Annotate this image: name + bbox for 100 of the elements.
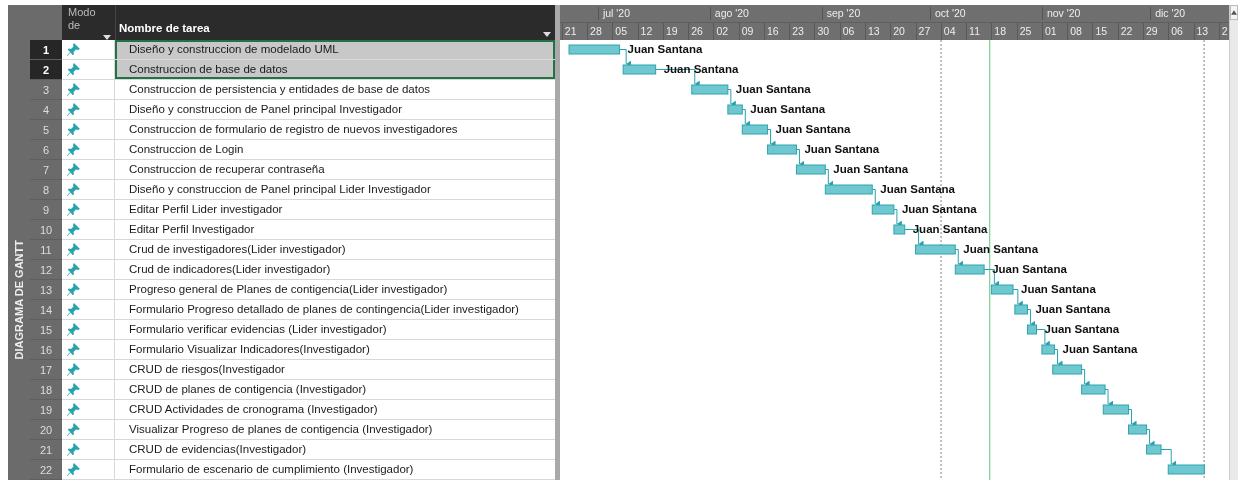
resource-label: Juan Santana bbox=[912, 223, 988, 235]
task-bar[interactable] bbox=[691, 84, 729, 95]
week-label: 27 bbox=[915, 23, 931, 40]
task-bar[interactable] bbox=[915, 244, 956, 255]
row-number[interactable]: 4 bbox=[30, 100, 62, 120]
week-label: 09 bbox=[738, 23, 754, 40]
row-number[interactable]: 10 bbox=[30, 220, 62, 240]
task-bar[interactable] bbox=[741, 124, 769, 135]
week-label: 13 bbox=[1193, 23, 1209, 40]
week-label: 05 bbox=[612, 23, 627, 40]
task-name-cell[interactable]: Diseño y construccion de modelado UML bbox=[115, 40, 555, 60]
row-number[interactable]: 14 bbox=[30, 300, 62, 320]
week-label: 13 bbox=[865, 23, 880, 40]
pin-icon bbox=[67, 443, 80, 456]
row-number[interactable]: 20 bbox=[30, 420, 62, 440]
task-bar[interactable] bbox=[1146, 444, 1162, 455]
month-label: sep '20 bbox=[821, 7, 861, 20]
row-number[interactable]: 16 bbox=[30, 340, 62, 360]
week-label: 20 bbox=[890, 23, 905, 40]
week-label: 22 bbox=[1117, 23, 1133, 40]
pin-icon bbox=[67, 283, 80, 296]
month-label: jul '20 bbox=[597, 7, 630, 20]
task-bar[interactable] bbox=[893, 224, 906, 235]
column-header[interactable]: Modo de bbox=[62, 5, 115, 40]
resource-label: Juan Santana bbox=[735, 83, 811, 95]
week-label: 06 bbox=[839, 23, 855, 40]
resource-label: Juan Santana bbox=[1035, 303, 1111, 315]
pin-icon bbox=[67, 343, 80, 356]
row-number[interactable]: 6 bbox=[30, 140, 62, 160]
task-name-cell[interactable]: Construccion de base de datos bbox=[115, 60, 555, 80]
row-number[interactable]: 12 bbox=[30, 260, 62, 280]
week-label: 02 bbox=[713, 23, 729, 40]
row-number[interactable]: 21 bbox=[30, 440, 62, 460]
pin-icon bbox=[67, 183, 80, 196]
week-label: 01 bbox=[1041, 23, 1057, 40]
row-number[interactable]: 7 bbox=[30, 160, 62, 180]
pin-icon bbox=[67, 203, 80, 216]
week-label: 30 bbox=[814, 23, 830, 40]
task-bar[interactable] bbox=[1052, 364, 1083, 375]
arrow-up-icon bbox=[1231, 10, 1237, 15]
row-number[interactable]: 9 bbox=[30, 200, 62, 220]
pin-icon bbox=[67, 363, 80, 376]
dropdown-icon[interactable] bbox=[543, 32, 551, 37]
row-number[interactable]: 17 bbox=[30, 360, 62, 380]
week-label: 16 bbox=[763, 23, 779, 40]
task-bar[interactable] bbox=[795, 164, 826, 175]
pin-icon bbox=[67, 263, 80, 276]
pin-icon bbox=[67, 63, 80, 76]
resource-label: Juan Santana bbox=[804, 143, 880, 155]
pin-icon bbox=[67, 383, 80, 396]
row-number[interactable]: 8 bbox=[30, 180, 62, 200]
task-bar[interactable] bbox=[871, 204, 895, 215]
week-label: 06 bbox=[1168, 23, 1183, 40]
week-label: 28 bbox=[587, 23, 602, 40]
resource-label: Juan Santana bbox=[1044, 323, 1120, 335]
pin-icon bbox=[67, 103, 80, 116]
pin-icon bbox=[67, 223, 80, 236]
resource-label: Juan Santana bbox=[992, 263, 1067, 275]
task-bar[interactable] bbox=[1014, 304, 1028, 315]
resource-label: Juan Santana bbox=[880, 183, 956, 195]
week-label: 25 bbox=[1016, 23, 1032, 40]
row-number[interactable]: 13 bbox=[30, 280, 62, 300]
task-bar[interactable] bbox=[1081, 384, 1106, 395]
resource-label: Juan Santana bbox=[901, 203, 977, 215]
month-label: nov '20 bbox=[1041, 7, 1081, 20]
task-bar[interactable] bbox=[990, 284, 1014, 295]
row-number[interactable]: 15 bbox=[30, 320, 62, 340]
week-label: 11 bbox=[966, 23, 980, 40]
task-bar[interactable] bbox=[1102, 404, 1130, 415]
task-bar[interactable] bbox=[954, 264, 985, 275]
pin-icon bbox=[67, 403, 80, 416]
task-bar[interactable] bbox=[824, 184, 873, 195]
task-bar[interactable] bbox=[1041, 344, 1056, 355]
task-bar[interactable] bbox=[767, 144, 797, 155]
row-number[interactable]: 5 bbox=[30, 120, 62, 140]
week-label: 15 bbox=[1092, 23, 1108, 40]
row-number[interactable]: 2 bbox=[30, 60, 62, 80]
pin-icon bbox=[67, 123, 80, 136]
row-number[interactable]: 1 bbox=[30, 40, 62, 60]
week-label: 19 bbox=[662, 23, 678, 40]
row-number[interactable]: 22 bbox=[30, 460, 62, 480]
task-bar[interactable] bbox=[727, 104, 743, 115]
resource-label: Juan Santana bbox=[1021, 283, 1096, 295]
task-bar[interactable] bbox=[568, 44, 621, 55]
week-label: 29 bbox=[1142, 23, 1158, 40]
row-number[interactable]: 18 bbox=[30, 380, 62, 400]
task-bar[interactable] bbox=[1167, 464, 1205, 475]
resource-label: Juan Santana bbox=[1062, 343, 1138, 355]
task-bar[interactable] bbox=[1026, 324, 1037, 335]
week-label: 26 bbox=[688, 23, 703, 40]
row-number[interactable]: 3 bbox=[30, 80, 62, 100]
task-bar[interactable] bbox=[622, 64, 657, 75]
week-label: 12 bbox=[637, 23, 653, 40]
resource-label: Juan Santana bbox=[775, 123, 851, 135]
row-number[interactable]: 11 bbox=[30, 240, 62, 260]
pin-icon bbox=[67, 463, 80, 476]
task-bar[interactable] bbox=[1128, 424, 1148, 435]
scroll-up-button[interactable] bbox=[1230, 5, 1238, 20]
column-header[interactable]: Nombre de tarea bbox=[115, 5, 555, 40]
row-number[interactable]: 19 bbox=[30, 400, 62, 420]
